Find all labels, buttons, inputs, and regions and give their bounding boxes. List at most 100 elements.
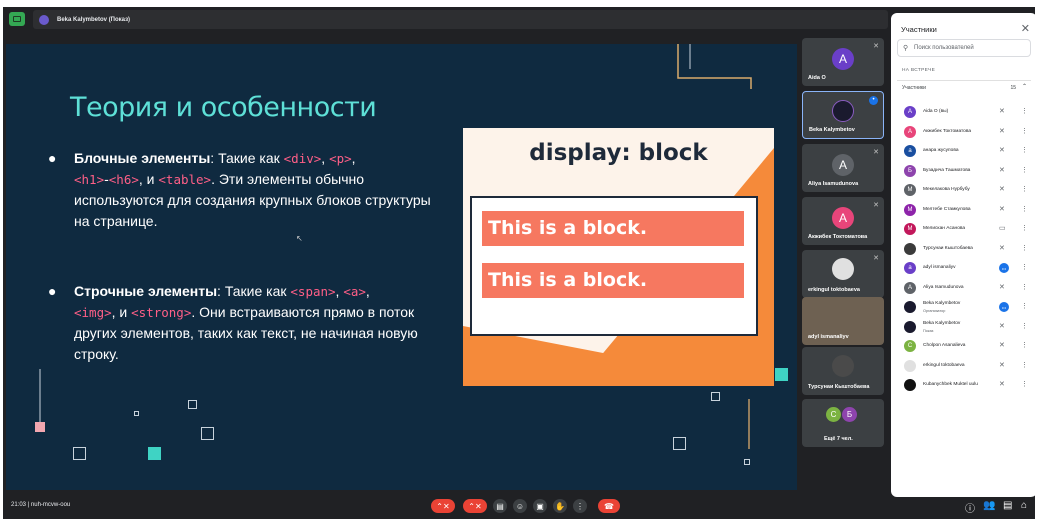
tile-name: erkingul toktobaeva bbox=[808, 287, 860, 293]
captions-button[interactable]: ▤ bbox=[493, 499, 507, 513]
more-vert-icon[interactable]: ⋮ bbox=[1021, 283, 1028, 291]
camera-toggle-button[interactable]: ⌃✕ bbox=[463, 499, 487, 513]
info-icon[interactable]: ⓘ bbox=[965, 500, 975, 515]
participant-name: Бузадича Ташматова bbox=[923, 167, 971, 173]
meeting-code: nuh-mcvw-oou bbox=[30, 502, 71, 508]
mic-off-icon[interactable]: ✕ bbox=[999, 283, 1005, 291]
tile-avatar: A bbox=[832, 207, 854, 229]
mic-off-icon[interactable]: ✕ bbox=[999, 244, 1005, 252]
more-vert-icon[interactable]: ⋮ bbox=[1021, 166, 1028, 174]
more-vert-icon[interactable]: ⋮ bbox=[1021, 107, 1028, 115]
tile-name: Beka Kalymbetov bbox=[809, 127, 855, 133]
participant-avatar bbox=[904, 379, 916, 391]
bullet-strong: Блочные элементы bbox=[74, 150, 211, 166]
more-vert-icon[interactable]: ⋮ bbox=[1021, 322, 1028, 330]
participant-row[interactable]: C Cholpon Asanalieva ✕ ⋮ bbox=[901, 337, 1031, 356]
participant-row[interactable]: a adyl ismanaliyv ••• ⋮ bbox=[901, 259, 1031, 278]
tile-aliya[interactable]: A ✕ Aliya Isamudunova bbox=[802, 144, 884, 192]
presentation-chip[interactable]: Beka Kalymbetov (Показ) bbox=[33, 10, 888, 29]
demo-frame: This is a block. This is a block. bbox=[470, 196, 758, 336]
participant-row[interactable]: A Акжибек Токтоматова ✕ ⋮ bbox=[901, 123, 1031, 142]
mic-off-icon[interactable]: ✕ bbox=[999, 107, 1005, 115]
participants-group-header[interactable]: Участники 15 ⌃ bbox=[897, 80, 1031, 94]
participant-avatar: A bbox=[904, 106, 916, 118]
mic-off-icon[interactable]: ✕ bbox=[999, 322, 1005, 330]
participant-name: Акжибек Токтоматова bbox=[923, 128, 971, 134]
bullet-text: : Такие как bbox=[217, 283, 291, 299]
mic-off-icon[interactable]: ✕ bbox=[999, 341, 1005, 349]
more-vert-icon[interactable]: ⋮ bbox=[1021, 205, 1028, 213]
participant-row[interactable]: М Мелискан Асанова ▭ ⋮ bbox=[901, 220, 1031, 239]
chevron-up-icon: ⌃ bbox=[1021, 84, 1027, 90]
more-vert-icon[interactable]: ⋮ bbox=[1021, 224, 1028, 232]
deco-square bbox=[711, 392, 720, 401]
demo-block: This is a block. bbox=[482, 263, 744, 298]
mic-off-icon[interactable]: ✕ bbox=[999, 185, 1005, 193]
presenting-icon[interactable]: ▭ bbox=[999, 224, 1006, 232]
more-options-button[interactable]: ⋮ bbox=[573, 499, 587, 513]
mic-off-icon[interactable]: ✕ bbox=[999, 146, 1005, 154]
search-placeholder: Поиск пользователей bbox=[914, 45, 974, 51]
participant-row[interactable]: Турсунаи Кыштобаева ✕ ⋮ bbox=[901, 240, 1031, 259]
participant-avatar: A bbox=[904, 281, 916, 294]
more-vert-icon[interactable]: ⋮ bbox=[1021, 127, 1028, 135]
more-vert-icon[interactable]: ⋮ bbox=[1021, 380, 1028, 388]
mic-off-icon[interactable]: ✕ bbox=[999, 166, 1005, 174]
people-icon[interactable]: 👥 bbox=[983, 500, 995, 511]
tile-tursunai[interactable]: Турсунаи Кыштобаева bbox=[802, 347, 884, 395]
leave-call-button[interactable]: ☎ bbox=[598, 499, 620, 513]
tile-adyl-video[interactable]: adyl ismanaliyv bbox=[802, 297, 884, 345]
mic-toggle-button[interactable]: ⌃✕ bbox=[431, 499, 455, 513]
emoji-button[interactable]: ☺ bbox=[513, 499, 527, 513]
tile-more-people[interactable]: C Б Ещё 7 чел. bbox=[802, 399, 884, 447]
tile-avatar bbox=[832, 355, 854, 377]
more-vert-icon[interactable]: ⋮ bbox=[1021, 185, 1028, 193]
participant-count: 15 bbox=[1010, 85, 1016, 91]
mic-off-icon[interactable]: ✕ bbox=[999, 380, 1005, 388]
more-vert-icon[interactable]: ⋮ bbox=[1021, 341, 1028, 349]
present-icon[interactable] bbox=[9, 12, 25, 26]
participant-avatar: М bbox=[904, 203, 916, 216]
participant-row[interactable]: A Aliya Isamudunova ✕ ⋮ bbox=[901, 279, 1031, 298]
participant-name: Kubanychbek Muktel uulu bbox=[923, 382, 978, 387]
participant-row[interactable]: A Aida O (вы) ✕ ⋮ bbox=[901, 103, 1031, 122]
participant-row[interactable]: М Мелтебе Стамкулова ✕ ⋮ bbox=[901, 201, 1031, 220]
participant-row[interactable]: Beka Kalymbetov Показ ✕ ⋮ bbox=[901, 318, 1031, 337]
mic-off-icon[interactable]: ✕ bbox=[999, 127, 1005, 135]
mic-off-icon[interactable]: ✕ bbox=[999, 205, 1005, 213]
participant-row[interactable]: Б Бузадича Ташматова ✕ ⋮ bbox=[901, 162, 1031, 181]
more-vert-icon[interactable]: ⋮ bbox=[1021, 361, 1028, 369]
more-vert-icon[interactable]: ⋮ bbox=[1021, 146, 1028, 154]
speaking-icon[interactable]: ••• bbox=[999, 302, 1009, 312]
activities-icon[interactable]: ⌂ bbox=[1021, 500, 1027, 511]
tile-beka[interactable]: • Beka Kalymbetov bbox=[802, 91, 884, 139]
bullet-text: , и bbox=[111, 304, 132, 320]
more-vert-icon[interactable]: ⋮ bbox=[1021, 244, 1028, 252]
chat-icon[interactable]: ▤ bbox=[1003, 500, 1012, 511]
participant-row[interactable]: М Мекелакова Нурбубу ✕ ⋮ bbox=[901, 181, 1031, 200]
raise-hand-button[interactable]: ✋ bbox=[553, 499, 567, 513]
tile-erkingul[interactable]: ✕ erkingul toktobaeva bbox=[802, 250, 884, 298]
tile-akzhibek[interactable]: A ✕ Акжибек Токтоматова bbox=[802, 197, 884, 245]
mic-off-icon[interactable]: ✕ bbox=[999, 361, 1005, 369]
participant-avatar bbox=[904, 301, 916, 313]
speaking-icon[interactable]: ••• bbox=[999, 263, 1009, 273]
participant-row[interactable]: erkingul toktobaeva ✕ ⋮ bbox=[901, 357, 1031, 376]
mic-off-icon: ✕ bbox=[873, 149, 879, 156]
bullet-text: , bbox=[365, 283, 370, 299]
participant-name: Турсунаи Кыштобаева bbox=[923, 245, 973, 251]
participant-name: Beka Kalymbetov bbox=[923, 320, 961, 326]
more-vert-icon[interactable]: ⋮ bbox=[1021, 302, 1028, 310]
participant-row[interactable]: а анара жусупова ✕ ⋮ bbox=[901, 142, 1031, 161]
close-icon[interactable]: ✕ bbox=[1021, 22, 1030, 35]
display-block-demo-image: display: block This is a block. This is … bbox=[463, 128, 774, 386]
participant-row[interactable]: Beka Kalymbetov Организатор ••• ⋮ bbox=[901, 298, 1031, 317]
participant-row[interactable]: Kubanychbek Muktel uulu ✕ ⋮ bbox=[901, 376, 1031, 395]
tile-name: Ещё 7 чел. bbox=[824, 436, 853, 442]
tile-aida[interactable]: A ✕ Aida O bbox=[802, 38, 884, 86]
search-input[interactable]: ⚲ Поиск пользователей bbox=[897, 39, 1031, 57]
more-vert-icon[interactable]: ⋮ bbox=[1021, 263, 1028, 271]
present-button[interactable]: ▣ bbox=[533, 499, 547, 513]
code-tag: <span> bbox=[290, 284, 336, 299]
participant-avatar: а bbox=[904, 145, 916, 157]
